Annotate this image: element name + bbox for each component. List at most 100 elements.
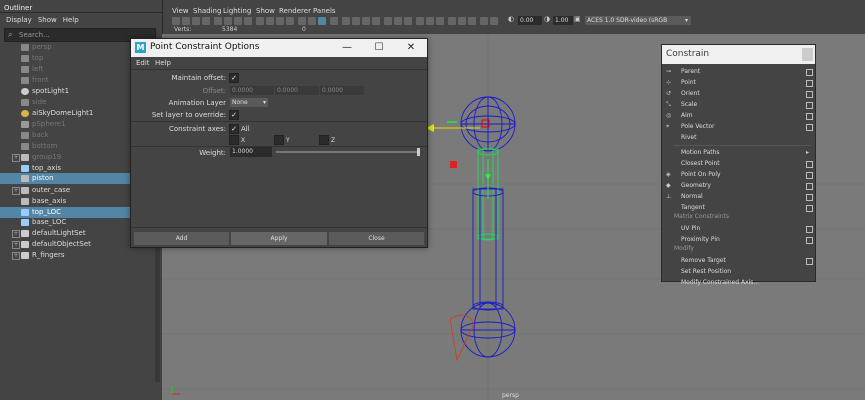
- toolbar-button[interactable]: [234, 17, 242, 25]
- toolbar-button[interactable]: [182, 17, 190, 25]
- axis-y-checkbox[interactable]: [274, 135, 284, 145]
- weight-slider-thumb[interactable]: [417, 148, 420, 156]
- maximize-button[interactable]: ☐: [369, 40, 389, 56]
- exposure-field[interactable]: 0.00: [518, 16, 542, 25]
- menu-item[interactable]: Motion Paths ▸: [662, 147, 815, 158]
- menu-item[interactable]: Modify Constrained Axis...: [662, 277, 815, 288]
- toolbar-button[interactable]: [436, 17, 444, 25]
- toolbar-button[interactable]: [458, 17, 466, 25]
- expand-icon[interactable]: +: [12, 230, 20, 238]
- toolbar-button[interactable]: [394, 17, 402, 25]
- menu-display[interactable]: Display: [6, 16, 32, 24]
- add-button[interactable]: Add: [134, 232, 229, 245]
- toolbar-button[interactable]: [172, 17, 180, 25]
- toolbar-button[interactable]: [224, 17, 232, 25]
- weight-field[interactable]: 1.0000: [230, 147, 272, 157]
- option-box[interactable]: [806, 258, 813, 265]
- constrain-menu-header[interactable]: Constrain: [662, 45, 815, 64]
- toolbar-button[interactable]: [330, 17, 338, 25]
- set-layer-override-checkbox[interactable]: ✓: [229, 110, 239, 120]
- weight-slider-track[interactable]: [276, 148, 420, 156]
- expand-icon[interactable]: +: [12, 241, 20, 249]
- menu-help[interactable]: Help: [63, 16, 79, 24]
- toolbar-button[interactable]: [318, 17, 326, 25]
- tear-off-button[interactable]: [802, 48, 813, 61]
- menu-item[interactable]: UV Pin: [662, 223, 815, 234]
- menu-item[interactable]: ↺ Orient: [662, 88, 815, 99]
- toolbar-button[interactable]: [352, 17, 360, 25]
- gamma-field[interactable]: 1.00: [553, 16, 573, 25]
- expand-icon[interactable]: +: [12, 154, 20, 162]
- menu-item[interactable]: Rivet: [662, 132, 815, 143]
- offset-z-field[interactable]: 0.0000: [320, 86, 364, 95]
- menu-item[interactable]: ⤡ Scale: [662, 99, 815, 110]
- animation-layer-dropdown[interactable]: None ▾: [230, 98, 268, 107]
- toolbar-button[interactable]: [490, 17, 498, 25]
- option-box[interactable]: [806, 205, 813, 212]
- colorspace-dropdown[interactable]: ACES 1.0 SDR-video (sRGB ▾: [585, 16, 691, 25]
- menu-item[interactable]: ◈ Point On Poly: [662, 169, 815, 180]
- menu-item[interactable]: Remove Target: [662, 255, 815, 266]
- toolbar-button[interactable]: [468, 17, 476, 25]
- toolbar-button[interactable]: [202, 17, 210, 25]
- option-box[interactable]: [806, 102, 813, 109]
- apply-button[interactable]: Apply: [231, 232, 327, 245]
- toolbar-button[interactable]: [308, 17, 316, 25]
- menu-shading[interactable]: Shading: [193, 7, 221, 15]
- menu-item[interactable]: Proximity Pin: [662, 234, 815, 245]
- menu-item[interactable]: ⊹ Point: [662, 77, 815, 88]
- axis-all-checkbox[interactable]: ✓: [229, 124, 239, 134]
- expand-icon[interactable]: +: [12, 252, 20, 260]
- toolbar-button[interactable]: [416, 17, 424, 25]
- option-box[interactable]: [806, 91, 813, 98]
- menu-item[interactable]: Tangent: [662, 202, 815, 213]
- option-box[interactable]: [806, 161, 813, 168]
- menu-item[interactable]: ◆ Geometry: [662, 180, 815, 191]
- toolbar-button[interactable]: [404, 17, 412, 25]
- option-box[interactable]: [806, 194, 813, 201]
- toolbar-button[interactable]: [256, 17, 264, 25]
- toolbar-button[interactable]: [426, 17, 434, 25]
- menu-panels[interactable]: Panels: [313, 7, 336, 15]
- menu-item[interactable]: ⊸ Parent: [662, 66, 815, 77]
- dialog-titlebar[interactable]: M Point Constraint Options — ☐ ✕: [131, 39, 427, 57]
- toolbar-button[interactable]: [192, 17, 200, 25]
- toolbar-button[interactable]: [372, 17, 380, 25]
- menu-show[interactable]: Show: [256, 7, 275, 15]
- option-box[interactable]: [806, 237, 813, 244]
- menu-edit[interactable]: Edit: [136, 59, 150, 67]
- offset-x-field[interactable]: 0.0000: [230, 86, 274, 95]
- outliner-item[interactable]: + R_fingers: [0, 250, 156, 261]
- toolbar-button[interactable]: [214, 17, 222, 25]
- expand-icon[interactable]: +: [12, 187, 20, 195]
- axis-z-checkbox[interactable]: [319, 135, 329, 145]
- toolbar-button[interactable]: [276, 17, 284, 25]
- option-box[interactable]: [806, 80, 813, 87]
- option-box[interactable]: [806, 113, 813, 120]
- option-box[interactable]: [806, 124, 813, 131]
- menu-item[interactable]: ⌖ Pole Vector: [662, 121, 815, 132]
- minimize-button[interactable]: —: [337, 40, 357, 56]
- menu-view[interactable]: View: [172, 7, 189, 15]
- toolbar-button[interactable]: [298, 17, 306, 25]
- toolbar-button[interactable]: [244, 17, 252, 25]
- toolbar-button[interactable]: [362, 17, 370, 25]
- menu-item[interactable]: Set Rest Position: [662, 266, 815, 277]
- toolbar-button[interactable]: [480, 17, 488, 25]
- menu-help[interactable]: Help: [155, 59, 171, 67]
- axis-x-checkbox[interactable]: [229, 135, 239, 145]
- close-icon[interactable]: ✕: [401, 40, 421, 56]
- toolbar-button[interactable]: [448, 17, 456, 25]
- close-button[interactable]: Close: [329, 232, 424, 245]
- menu-renderer[interactable]: Renderer: [279, 7, 311, 15]
- menu-item[interactable]: Closest Point: [662, 158, 815, 169]
- option-box[interactable]: [806, 183, 813, 190]
- menu-show[interactable]: Show: [38, 16, 57, 24]
- toolbar-button[interactable]: [266, 17, 274, 25]
- menu-lighting[interactable]: Lighting: [223, 7, 251, 15]
- toolbar-button[interactable]: [384, 17, 392, 25]
- menu-item[interactable]: ⊥ Normal: [662, 191, 815, 202]
- toolbar-button[interactable]: [342, 17, 350, 25]
- option-box[interactable]: [806, 172, 813, 179]
- toolbar-button[interactable]: [286, 17, 294, 25]
